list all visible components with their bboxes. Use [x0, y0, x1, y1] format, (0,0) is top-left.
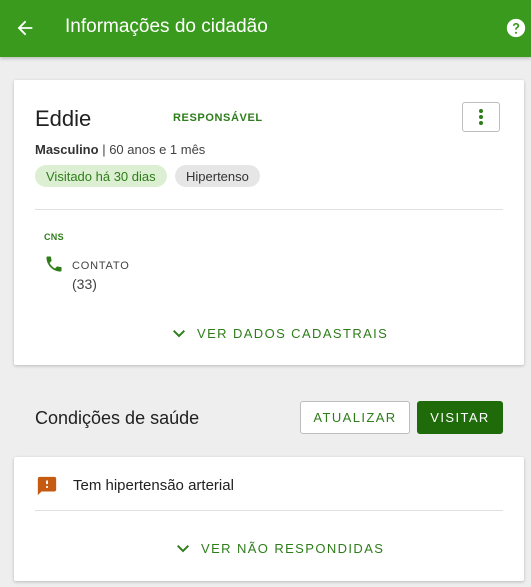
more-options-button[interactable]: [462, 102, 500, 132]
role-label: RESPONSÁVEL: [173, 112, 263, 124]
view-registration-data-link[interactable]: VER DADOS CADASTRAIS: [173, 326, 388, 341]
help-icon[interactable]: [505, 17, 527, 39]
view-unanswered-link[interactable]: VER NÃO RESPONDIDAS: [177, 541, 384, 556]
condition-item: Tem hipertensão arterial: [73, 477, 234, 494]
chevron-down-icon: [173, 329, 185, 337]
sex-text: Masculino: [35, 142, 99, 157]
back-arrow-icon[interactable]: [14, 17, 36, 39]
citizen-card: Eddie RESPONSÁVEL Masculino | 60 anos e …: [14, 80, 524, 365]
alert-comment-icon: [37, 476, 57, 496]
citizen-name: Eddie: [35, 106, 92, 131]
page-title: Informações do cidadão: [65, 16, 268, 37]
age-text: | 60 anos e 1 mês: [102, 142, 206, 157]
divider: [35, 510, 503, 511]
view-registration-data-label: VER DADOS CADASTRAIS: [197, 326, 389, 341]
visited-chip: Visitado há 30 dias: [35, 165, 167, 187]
hypertension-chip: Hipertenso: [175, 165, 260, 187]
contact-label: CONTATO: [72, 260, 130, 272]
health-conditions-card: Tem hipertensão arterial VER NÃO RESPOND…: [14, 457, 524, 581]
divider: [35, 209, 503, 210]
sex-age-line: Masculino | 60 anos e 1 mês: [35, 142, 205, 157]
chevron-down-icon: [177, 544, 189, 552]
update-button[interactable]: ATUALIZAR: [300, 401, 410, 434]
app-bar: Informações do cidadão: [0, 0, 531, 57]
contact-value: (33): [72, 276, 97, 292]
phone-icon: [46, 256, 62, 272]
more-vertical-icon: [479, 109, 483, 125]
view-unanswered-label: VER NÃO RESPONDIDAS: [201, 541, 385, 556]
health-conditions-title: Condições de saúde: [35, 408, 200, 428]
visit-button[interactable]: VISITAR: [417, 401, 503, 434]
cns-label: CNS: [44, 232, 64, 242]
